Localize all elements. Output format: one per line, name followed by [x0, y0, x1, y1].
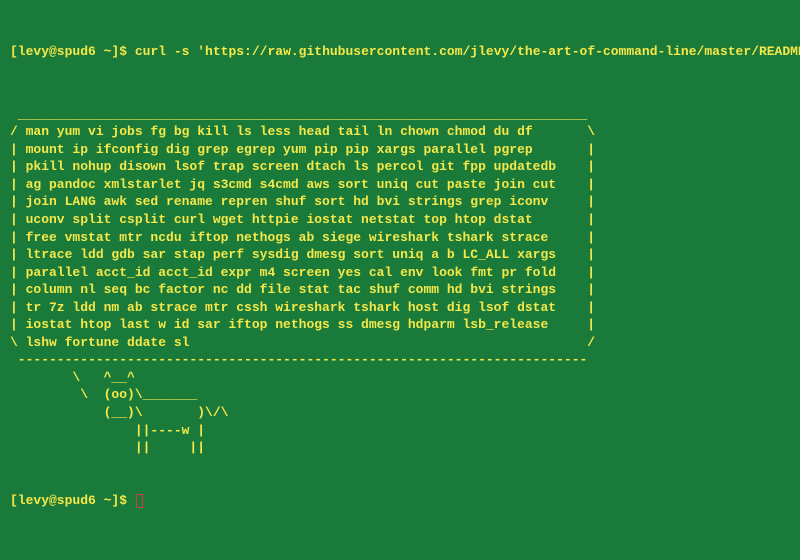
speech-bubble-line: | ltrace ldd gdb sar stap perf sysdig dm…	[10, 246, 790, 264]
speech-bubble-line: | join LANG awk sed rename repren shuf s…	[10, 193, 790, 211]
cow-ascii-line: \ (oo)\_______	[10, 386, 790, 404]
cow-ascii-line: \ ^__^	[10, 369, 790, 387]
speech-bubble-line: | free vmstat mtr ncdu iftop nethogs ab …	[10, 229, 790, 247]
speech-bubble-line: | tr 7z ldd nm ab strace mtr cssh wiresh…	[10, 299, 790, 317]
cow-ascii-line: (__)\ )\/\	[10, 404, 790, 422]
shell-prompt: [levy@spud6 ~]$	[10, 493, 127, 508]
speech-bubble-line: / man yum vi jobs fg bg kill ls less hea…	[10, 123, 790, 141]
speech-bubble-line: \ lshw fortune ddate sl /	[10, 334, 790, 352]
speech-bubble-line: | ag pandoc xmlstarlet jq s3cmd s4cmd aw…	[10, 176, 790, 194]
speech-bubble-line: | parallel acct_id acct_id expr m4 scree…	[10, 264, 790, 282]
speech-bubble-line: | pkill nohup disown lsof trap screen dt…	[10, 158, 790, 176]
speech-bubble-line: | iostat htop last w id sar iftop nethog…	[10, 316, 790, 334]
cow-ascii-line: || ||	[10, 439, 790, 457]
cowsay-output: ________________________________________…	[0, 96, 800, 457]
speech-bubble-top: ________________________________________…	[10, 106, 790, 124]
speech-bubble-line: | uconv split csplit curl wget httpie io…	[10, 211, 790, 229]
cow-ascii-line: ||----w |	[10, 422, 790, 440]
speech-bubble-line: | column nl seq bc factor nc dd file sta…	[10, 281, 790, 299]
speech-bubble-bottom: ----------------------------------------…	[10, 351, 790, 369]
shell-command: curl -s 'https://raw.githubusercontent.c…	[135, 44, 800, 59]
prompt-line-1: [levy@spud6 ~]$ curl -s 'https://raw.git…	[0, 43, 800, 61]
prompt-line-2: [levy@spud6 ~]$	[0, 492, 800, 510]
shell-prompt: [levy@spud6 ~]$	[10, 44, 127, 59]
terminal-window[interactable]: [levy@spud6 ~]$ curl -s 'https://raw.git…	[0, 0, 800, 560]
speech-bubble-line: | mount ip ifconfig dig grep egrep yum p…	[10, 141, 790, 159]
cursor-icon	[136, 494, 143, 508]
